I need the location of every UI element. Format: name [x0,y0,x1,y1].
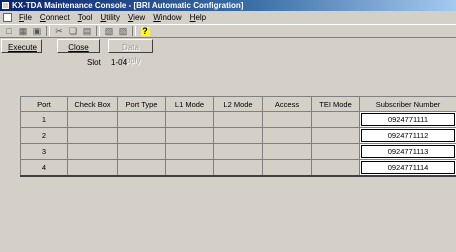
check-box-cell[interactable] [67,143,118,160]
save-icon[interactable]: ▣ [30,25,44,37]
port-type-cell[interactable] [117,143,166,160]
l2-mode-cell[interactable] [213,159,263,177]
menu-help[interactable]: Help [186,11,210,24]
header-port[interactable]: Port [20,96,68,112]
table-header-row: Port Check Box Port Type L1 Mode L2 Mode… [20,96,456,112]
slot-value: 1-04 [111,58,128,67]
toolbar-separator [96,26,100,36]
subscriber-number-field[interactable]: 0924771112 [361,129,455,142]
tei-mode-cell[interactable] [311,127,360,144]
tei-mode-cell[interactable] [311,159,360,177]
l1-mode-cell[interactable] [165,143,214,160]
toolbar-separator [132,26,136,36]
access-cell[interactable] [262,159,312,177]
port-type-cell[interactable] [117,127,166,144]
check-box-cell[interactable] [67,127,118,144]
new-icon[interactable]: □ [2,25,16,37]
l2-mode-cell[interactable] [213,127,263,144]
subscriber-number-cell[interactable]: 0924771111 [359,111,456,128]
port-type-cell[interactable] [117,159,166,177]
open-icon[interactable]: ▦ [16,25,30,37]
port-cell: 3 [20,143,68,160]
title-bar[interactable]: KX-TDA Maintenance Console - [BRI Automa… [0,0,456,11]
header-l2-mode[interactable]: L2 Mode [213,96,263,112]
subscriber-number-field[interactable]: 0924771111 [361,113,455,126]
print-icon[interactable]: ▧ [102,25,116,37]
tei-mode-cell[interactable] [311,143,360,160]
toolbar-separator [46,26,50,36]
menu-file[interactable]: File [15,11,36,24]
header-l1-mode[interactable]: L1 Mode [165,96,214,112]
tei-mode-cell[interactable] [311,111,360,128]
header-tei-mode[interactable]: TEI Mode [311,96,360,112]
table-row: 2 0924771112 [20,127,456,144]
port-type-cell[interactable] [117,111,166,128]
menu-connect[interactable]: Connect [36,11,74,24]
document-icon[interactable] [3,13,12,22]
paste-icon[interactable]: ▤ [80,25,94,37]
table-row: 3 0924771113 [20,143,456,160]
menu-bar: File Connect Tool Utility View Window He… [0,11,456,24]
menu-window[interactable]: Window [149,11,185,24]
subscriber-number-cell[interactable]: 0924771114 [359,159,456,177]
copy-icon[interactable]: ❏ [66,25,80,37]
port-cell: 4 [20,159,68,177]
menu-view[interactable]: View [124,11,149,24]
port-cell: 1 [20,111,68,128]
table-row: 4 0924771114 [20,159,456,177]
access-cell[interactable] [262,143,312,160]
header-port-type[interactable]: Port Type [117,96,166,112]
help-icon[interactable]: ? [138,25,152,37]
menu-utility[interactable]: Utility [96,11,124,24]
port-cell: 2 [20,127,68,144]
subscriber-number-field[interactable]: 0924771113 [361,145,455,158]
l1-mode-cell[interactable] [165,127,214,144]
l2-mode-cell[interactable] [213,143,263,160]
check-box-cell[interactable] [67,111,118,128]
check-box-cell[interactable] [67,159,118,177]
header-subscriber-number[interactable]: Subscriber Number [359,96,456,112]
print-preview-icon[interactable]: ▨ [116,25,130,37]
header-access[interactable]: Access [262,96,312,112]
access-cell[interactable] [262,111,312,128]
port-table: Port Check Box Port Type L1 Mode L2 Mode… [20,96,456,177]
window-title: KX-TDA Maintenance Console - [BRI Automa… [12,1,244,10]
close-button[interactable]: Close [57,39,100,53]
toolbar: □ ▦ ▣ ✂ ❏ ▤ ▧ ▨ ? [0,24,456,38]
l1-mode-cell[interactable] [165,111,214,128]
execute-button[interactable]: Execute [1,39,42,53]
slot-label: Slot [87,58,101,67]
data-apply-button[interactable]: Data Apply [108,39,153,65]
subscriber-number-cell[interactable]: 0924771113 [359,143,456,160]
action-bar: Execute Close Data Apply [0,38,456,65]
l1-mode-cell[interactable] [165,159,214,177]
menu-tool[interactable]: Tool [74,11,97,24]
help-glyph: ? [140,25,150,36]
table-row: 1 0924771111 [20,111,456,128]
l2-mode-cell[interactable] [213,111,263,128]
access-cell[interactable] [262,127,312,144]
subscriber-number-cell[interactable]: 0924771112 [359,127,456,144]
cut-icon[interactable]: ✂ [52,25,66,37]
app-icon[interactable] [2,2,9,9]
slot-info: Slot 1-04 [87,58,127,67]
subscriber-number-field[interactable]: 0924771114 [361,161,455,174]
header-check-box[interactable]: Check Box [67,96,118,112]
